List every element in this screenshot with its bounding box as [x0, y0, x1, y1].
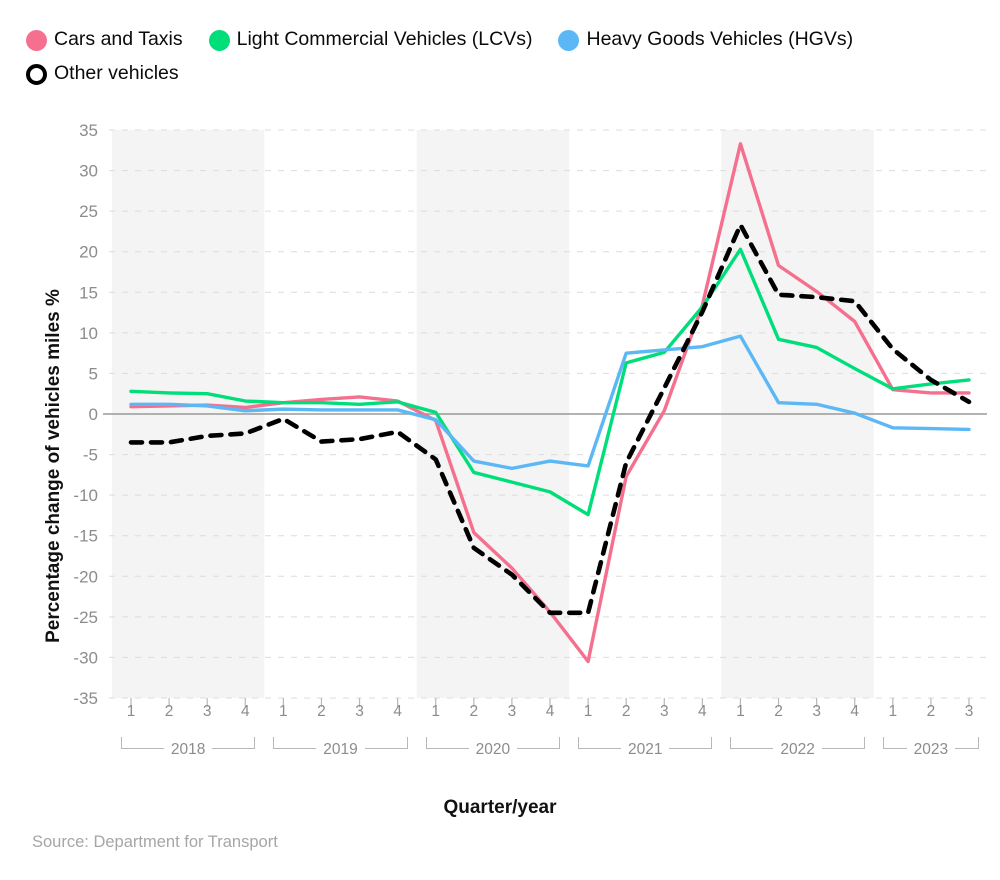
y-axis-tick-label: 0 — [89, 405, 98, 424]
year-bracket-right-tick — [977, 737, 979, 749]
legend-item-label: Other vehicles — [54, 62, 179, 85]
y-axis-tick-label: 25 — [79, 202, 98, 221]
year-bracket-left-tick — [730, 737, 732, 749]
x-axis-quarter-ticks: 1 2 3 4 1 2 3 4 1 2 3 4 1 2 3 4 1 2 3 4 1 2 3 — [0, 703, 1000, 729]
line-chart-svg: 35302520151050-5-10-15-20-25-30-35 — [73, 121, 987, 708]
x-axis-quarter-label: 1 — [583, 703, 593, 720]
x-axis-quarter-label: 4 — [850, 703, 860, 720]
year-bracket-left-tick — [121, 737, 122, 749]
x-axis-quarter-label: 2 — [469, 703, 479, 720]
x-axis-quarter-label: 1 — [279, 703, 288, 720]
x-axis-year-brackets: 2018 2019 2020 2021 2022 2023 — [0, 735, 1000, 769]
year-bracket-right-tick — [406, 737, 408, 749]
x-axis-quarter-label: 3 — [659, 703, 669, 720]
y-axis-tick-label: 20 — [79, 243, 98, 262]
x-axis-year-group: 2018 — [121, 735, 256, 765]
x-axis-year-group: 2021 — [578, 735, 713, 765]
legend-item-label: Heavy Goods Vehicles (HGVs) — [586, 28, 854, 51]
x-axis-year-group: 2022 — [730, 735, 865, 765]
x-axis-year-label: 2020 — [468, 741, 518, 759]
x-axis-quarter-label: 2 — [621, 703, 631, 720]
x-axis-quarter-label: 1 — [431, 703, 441, 720]
year-bracket-left-tick — [273, 737, 275, 749]
x-axis-title: Quarter/year — [443, 797, 557, 818]
x-axis-quarter-label: 2 — [774, 703, 783, 720]
y-axis-tick-label: -5 — [83, 446, 98, 465]
x-axis-quarter-label: 1 — [888, 703, 898, 720]
legend-item[interactable]: Cars and Taxis — [26, 26, 183, 54]
y-axis-tick-label: 10 — [79, 324, 98, 343]
year-bracket-right-tick — [711, 737, 713, 749]
x-axis-quarter-label: 4 — [393, 703, 402, 720]
legend-swatch-icon — [26, 63, 47, 85]
x-axis-quarter-label: 2 — [164, 703, 174, 720]
y-axis-tick-label: -10 — [73, 486, 98, 505]
x-axis-year-label: 2023 — [906, 741, 956, 759]
year-bracket-left-tick — [578, 737, 580, 749]
x-axis-quarter-label: 3 — [964, 703, 974, 720]
x-axis-year-label: 2022 — [773, 741, 822, 759]
legend-swatch-icon — [26, 29, 47, 51]
year-bracket-left-tick — [882, 737, 884, 749]
chart-legend: Cars and Taxis Light Commercial Vehicles … — [26, 26, 976, 94]
source-note: Source: Department for Transport — [32, 833, 278, 851]
x-axis-year-label: 2019 — [316, 741, 365, 759]
legend-item[interactable]: Other vehicles — [26, 60, 179, 88]
y-axis-tick-label: -25 — [73, 608, 98, 627]
x-axis-year-label: 2021 — [620, 741, 670, 759]
x-axis-quarter-label: 2 — [317, 703, 326, 720]
x-axis-quarter-label: 1 — [126, 703, 136, 720]
year-bracket-right-tick — [863, 737, 865, 749]
x-axis-quarter-label: 3 — [202, 703, 212, 720]
legend-swatch-icon — [208, 29, 230, 51]
x-axis-year-group: 2019 — [273, 735, 408, 765]
year-bracket-left-tick — [425, 737, 427, 749]
x-axis-year-group: 2023 — [882, 735, 979, 765]
x-axis-quarter-label: 4 — [545, 703, 555, 720]
chart-plot-area: Percentage change of vehicles miles % 35… — [0, 110, 1000, 710]
x-axis-quarter-label: 4 — [698, 703, 707, 720]
x-axis-year-label: 2018 — [163, 741, 213, 759]
year-bracket-right-tick — [254, 737, 256, 749]
x-axis-year-group: 2020 — [425, 735, 560, 765]
y-axis-tick-label: 15 — [79, 283, 98, 302]
legend-swatch-icon — [558, 29, 580, 51]
legend-item[interactable]: Heavy Goods Vehicles (HGVs) — [558, 26, 853, 54]
legend-item[interactable]: Light Commercial Vehicles (LCVs) — [208, 26, 533, 54]
x-axis-quarter-label: 3 — [355, 703, 364, 720]
y-axis-tick-label: -20 — [73, 567, 98, 586]
x-axis-quarter-label: 1 — [736, 703, 745, 720]
x-axis-quarter-label: 4 — [240, 703, 250, 720]
legend-item-label: Light Commercial Vehicles (LCVs) — [236, 28, 533, 51]
x-axis-quarter-label: 2 — [926, 703, 936, 720]
x-axis-quarter-label: 3 — [507, 703, 517, 720]
x-axis-quarter-label: 3 — [812, 703, 821, 720]
y-axis-tick-label: -15 — [73, 527, 98, 546]
y-axis-tick-label: -30 — [73, 648, 98, 667]
legend-item-label: Cars and Taxis — [54, 28, 183, 51]
y-axis-tick-label: 35 — [79, 121, 98, 140]
y-axis-tick-label: 5 — [89, 364, 98, 383]
y-axis-tick-label: 30 — [79, 162, 98, 181]
year-bracket-right-tick — [558, 737, 560, 749]
